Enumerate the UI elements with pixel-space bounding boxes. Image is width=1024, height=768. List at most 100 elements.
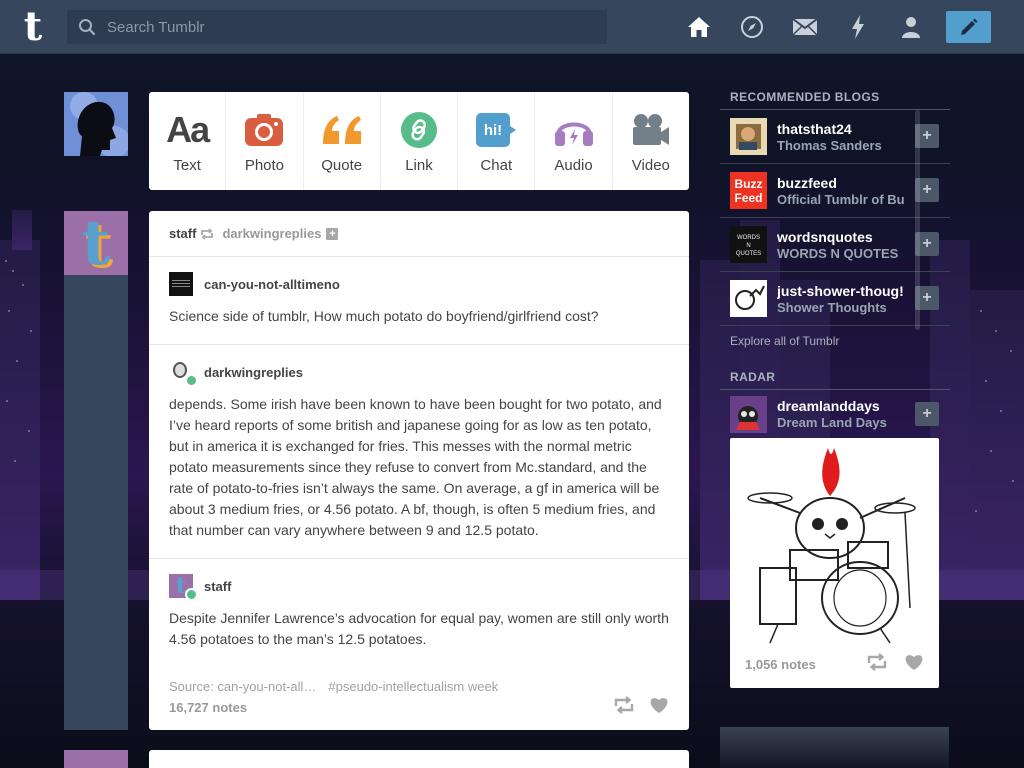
post-tag[interactable]: #pseudo-intellectualism week (328, 679, 498, 694)
my-avatar[interactable] (64, 92, 128, 156)
staff-tumblr-logo-icon: t (81, 211, 111, 275)
avatar-sticky-column (64, 275, 128, 730)
blog-title: WORDS N QUOTES (777, 245, 899, 261)
activity-lightning-icon[interactable] (845, 14, 871, 40)
chat-bubble-icon: hi! (475, 109, 517, 151)
blog-thumbnail (730, 280, 767, 317)
inbox-mail-icon[interactable] (792, 14, 818, 40)
nav-icons (686, 14, 951, 40)
dashboard-post: staff darkwingreplies + can-you-not-allt… (149, 211, 689, 730)
post-author-link[interactable]: staff (169, 226, 196, 241)
reblog-entry: t staff Despite Jennifer Lawrence’s advo… (149, 559, 689, 667)
reblog-avatar[interactable]: t (169, 574, 198, 601)
new-quote-post-button[interactable]: Quote (304, 92, 381, 190)
account-person-icon[interactable] (898, 14, 924, 40)
svg-text:QUOTES: QUOTES (736, 251, 761, 257)
new-video-post-button[interactable]: Video (613, 92, 689, 190)
explore-all-link[interactable]: Explore all of Tumblr (720, 326, 950, 358)
reblog-blog-name[interactable]: staff (204, 579, 231, 594)
blog-name[interactable]: thatsthat24 (777, 120, 912, 138)
camera-icon (244, 109, 284, 151)
home-icon[interactable] (686, 14, 712, 40)
post-type-label: Audio (554, 156, 593, 174)
reblog-text: Science side of tumblr, How much potato … (169, 308, 599, 324)
video-camera-icon (631, 109, 671, 151)
reblog-avatar[interactable] (169, 272, 193, 296)
svg-text:N: N (746, 243, 750, 249)
reblog-entry: darkwingreplies depends. Some irish have… (149, 345, 689, 559)
reblog-text: depends. Some irish have been known to h… (169, 396, 662, 538)
blog-name[interactable]: wordsnquotes (777, 228, 912, 246)
blog-name[interactable]: buzzfeed (777, 174, 912, 192)
post-type-label: Link (405, 156, 433, 174)
search-icon (67, 18, 107, 36)
radar-post-image (747, 448, 916, 644)
explore-compass-icon[interactable] (739, 14, 765, 40)
reblog-blog-name[interactable]: can-you-not-alltimeno (204, 277, 340, 292)
blog-title: Dream Land Days (777, 415, 887, 430)
compose-post-button[interactable] (946, 11, 991, 43)
blog-thumbnail: WORDS N QUOTES (730, 226, 767, 263)
post-type-label: Text (173, 156, 201, 174)
search-box[interactable] (67, 10, 607, 44)
post-footer: 16,727 notes (169, 695, 669, 719)
new-photo-post-button[interactable]: Photo (226, 92, 304, 190)
top-navigation-bar: t (0, 0, 1024, 54)
follow-plus-button[interactable]: + (326, 227, 339, 240)
blog-title: Official Tumblr of Bu (777, 191, 905, 207)
blog-title: Thomas Sanders (777, 137, 882, 153)
reblog-blog-name[interactable]: darkwingreplies (204, 365, 303, 380)
radar-post-footer: 1,056 notes (745, 653, 924, 676)
radar-blog[interactable]: dreamlanddays Dream Land Days + (720, 390, 950, 438)
link-icon (400, 109, 438, 151)
like-heart-icon[interactable] (649, 696, 669, 719)
post-type-bar: Aa Text Photo Quote Link hi! Chat Audio (149, 92, 689, 190)
post-type-label: Quote (321, 156, 363, 174)
headphones-icon (554, 109, 594, 151)
blog-thumbnail (730, 395, 767, 433)
tumblr-logo[interactable]: t (17, 7, 49, 47)
blog-title: Shower Thoughts (777, 299, 887, 315)
reblog-icon[interactable] (866, 653, 888, 676)
next-post-card (149, 750, 689, 768)
radar-post-card[interactable]: 1,056 notes (730, 438, 939, 688)
post-header: staff darkwingreplies + (149, 211, 689, 257)
post-type-label: Chat (480, 156, 513, 174)
reblogged-from-link[interactable]: darkwingreplies (222, 226, 321, 241)
sidebar-bottom-panel (720, 727, 949, 768)
notes-count[interactable]: 1,056 notes (745, 657, 816, 672)
reblog-badge-icon (185, 588, 198, 601)
reblog-icon[interactable] (613, 695, 635, 719)
reblog-avatar[interactable] (169, 360, 198, 387)
notes-count[interactable]: 16,727 notes (169, 700, 247, 715)
new-audio-post-button[interactable]: Audio (535, 92, 613, 190)
reblog-text: Despite Jennifer Lawrence’s advocation f… (169, 610, 669, 647)
follow-button[interactable]: + (915, 402, 939, 426)
text-aa-icon: Aa (166, 108, 210, 150)
post-source-row: Source: can-you-not-all… #pseudo-intelle… (149, 667, 689, 694)
svg-text:Feed: Feed (734, 191, 762, 205)
silhouette-avatar-icon (70, 92, 128, 156)
radar-heading: RADAR (720, 370, 950, 390)
search-input[interactable] (107, 18, 587, 36)
post-type-label: Photo (244, 156, 285, 174)
reblog-arrow-icon (200, 227, 214, 240)
next-post-avatar[interactable] (64, 750, 128, 768)
svg-text:WORDS: WORDS (737, 235, 760, 241)
sidebar-scrollbar[interactable] (915, 110, 920, 330)
new-text-post-button[interactable]: Aa Text (149, 92, 227, 190)
post-type-label: Video (631, 156, 670, 174)
blog-thumbnail: Buzz Feed (730, 172, 767, 209)
reblog-entry: can-you-not-alltimeno Science side of tu… (149, 257, 689, 345)
staff-avatar[interactable]: t (64, 211, 128, 275)
new-chat-post-button[interactable]: hi! Chat (458, 92, 536, 190)
pencil-icon (960, 18, 977, 35)
blog-name[interactable]: dreamlanddays (777, 397, 912, 415)
recommended-blogs-heading: RECOMMENDED BLOGS (720, 90, 950, 110)
blog-thumbnail (730, 118, 767, 155)
new-link-post-button[interactable]: Link (381, 92, 459, 190)
blog-name[interactable]: just-shower-thoug! (777, 282, 912, 300)
source-link[interactable]: Source: can-you-not-all… (169, 679, 316, 694)
like-heart-icon[interactable] (904, 653, 924, 676)
svg-text:Buzz: Buzz (735, 177, 763, 191)
